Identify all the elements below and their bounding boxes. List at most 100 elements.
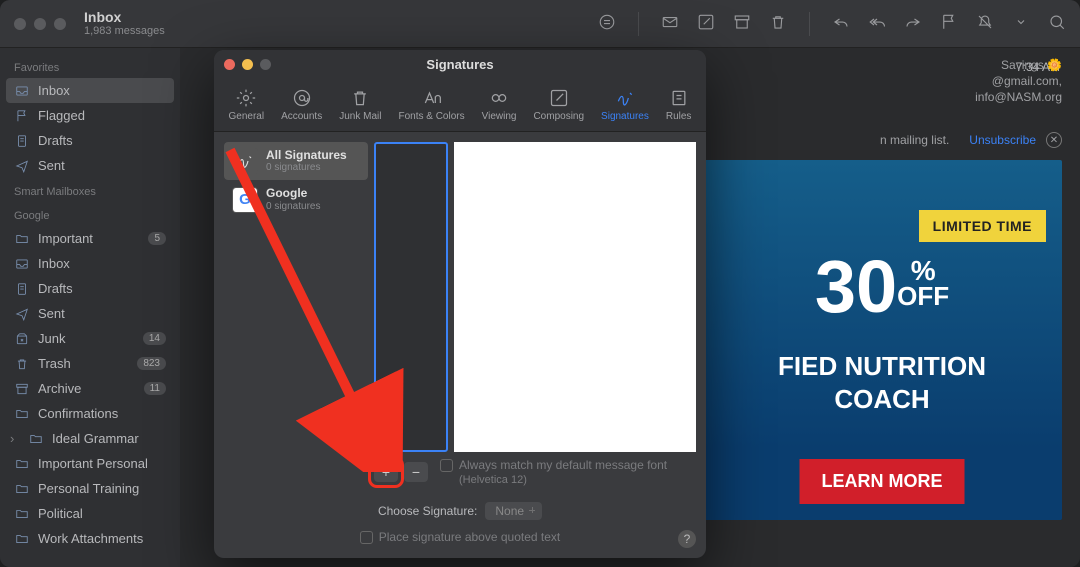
sidebar-item-political[interactable]: Political — [0, 501, 180, 526]
compose-icon[interactable] — [697, 13, 715, 34]
at-icon — [291, 87, 313, 109]
section-smart: Smart Mailboxes — [0, 178, 180, 202]
prefs-tab-general[interactable]: General — [223, 83, 271, 126]
account-google[interactable]: GGoogle0 signatures — [224, 180, 368, 218]
flag-icon — [14, 109, 30, 123]
trash-icon[interactable] — [769, 13, 787, 34]
sidebar-item-label: Political — [38, 506, 83, 521]
tab-label: Composing — [533, 111, 584, 122]
prefs-title: Signatures — [214, 57, 706, 72]
prefs-titlebar: Signatures — [214, 50, 706, 78]
add-signature-button[interactable]: + — [374, 462, 398, 482]
sig-icon — [614, 87, 636, 109]
banner-limited: LIMITED TIME — [919, 210, 1046, 242]
sidebar-item-inbox[interactable]: Inbox — [6, 78, 174, 103]
sidebar-item-confirmations[interactable]: Confirmations — [0, 401, 180, 426]
help-button[interactable]: ? — [678, 530, 696, 548]
signature-preview[interactable] — [454, 142, 696, 452]
compose-icon — [548, 87, 570, 109]
sidebar-item-drafts[interactable]: Drafts — [0, 128, 180, 153]
prefs-tab-viewing[interactable]: Viewing — [476, 83, 523, 126]
envelope-icon[interactable] — [661, 13, 679, 34]
minimize-icon[interactable] — [34, 18, 46, 30]
banner-learn-more[interactable]: LEARN MORE — [800, 459, 965, 504]
sidebar-item-label: Drafts — [38, 133, 73, 148]
sidebar-item-label: Inbox — [38, 83, 70, 98]
sidebar-item-label: Sent — [38, 306, 65, 321]
sidebar-item-archive[interactable]: Archive11 — [0, 376, 180, 401]
close-icon[interactable] — [14, 18, 26, 30]
prefs-tab-composing[interactable]: Composing — [527, 83, 590, 126]
inbox-icon — [14, 257, 30, 271]
sidebar-item-important-personal[interactable]: Important Personal — [0, 451, 180, 476]
tab-label: Rules — [666, 111, 692, 122]
sidebar-item-inbox[interactable]: Inbox — [0, 251, 180, 276]
window-traffic-lights[interactable] — [14, 18, 66, 30]
sidebar-item-sent[interactable]: Sent — [0, 153, 180, 178]
sidebar-item-drafts[interactable]: Drafts — [0, 276, 180, 301]
sidebar-item-label: Important Personal — [38, 456, 148, 471]
send-icon — [14, 159, 30, 173]
tab-label: Junk Mail — [339, 111, 381, 122]
sidebar-item-trash[interactable]: Trash823 — [0, 351, 180, 376]
sidebar-item-label: Personal Training — [38, 481, 139, 496]
toolbar-icons — [598, 12, 1066, 36]
unsubscribe-link[interactable]: Unsubscribe — [969, 133, 1036, 147]
remove-signature-button[interactable]: − — [404, 462, 428, 482]
zoom-icon[interactable] — [54, 18, 66, 30]
sidebar-item-label: Drafts — [38, 281, 73, 296]
sidebar-item-flagged[interactable]: Flagged — [0, 103, 180, 128]
account-name: All Signatures — [266, 148, 347, 162]
font-info: (Helvetica 12) — [459, 474, 667, 486]
sidebar-item-important[interactable]: Important5 — [0, 226, 180, 251]
account-all-signatures[interactable]: All Signatures0 signatures — [224, 142, 368, 180]
sidebar-item-work-attachments[interactable]: Work Attachments — [0, 526, 180, 551]
reply-all-icon[interactable] — [868, 13, 886, 34]
prefs-tab-fonts-colors[interactable]: Fonts & Colors — [392, 83, 470, 126]
close-banner-icon[interactable]: ✕ — [1046, 132, 1062, 148]
sidebar-item-label: Work Attachments — [38, 531, 143, 546]
mute-icon[interactable] — [976, 13, 994, 34]
banner-line-1: FIED NUTRITION — [702, 350, 1062, 383]
archive-icon[interactable] — [733, 13, 751, 34]
tab-label: Viewing — [482, 111, 517, 122]
sidebar-item-personal-training[interactable]: Personal Training — [0, 476, 180, 501]
flag-icon[interactable] — [940, 13, 958, 34]
aa-icon — [421, 87, 443, 109]
prefs-tab-rules[interactable]: Rules — [660, 83, 698, 126]
archive-icon — [14, 382, 30, 396]
prefs-tab-junk-mail[interactable]: Junk Mail — [333, 83, 387, 126]
section-favorites: Favorites — [0, 54, 180, 78]
reply-icon[interactable] — [832, 13, 850, 34]
signature-list[interactable] — [374, 142, 448, 452]
tab-label: Fonts & Colors — [398, 111, 464, 122]
sidebar-item-label: Ideal Grammar — [52, 431, 139, 446]
choose-signature-label: Choose Signature: — [378, 504, 477, 518]
sidebar-item-ideal-grammar[interactable]: ›Ideal Grammar — [0, 426, 180, 451]
prefs-tab-signatures[interactable]: Signatures — [595, 83, 655, 126]
folder-icon — [14, 532, 30, 546]
choose-signature-select[interactable]: None — [485, 502, 542, 520]
more-icon[interactable] — [1012, 13, 1030, 34]
place-above-checkbox[interactable] — [360, 531, 373, 544]
doc-icon — [14, 134, 30, 148]
sidebar-item-sent[interactable]: Sent — [0, 301, 180, 326]
sidebar-item-junk[interactable]: Junk14 — [0, 326, 180, 351]
sidebar-item-label: Inbox — [38, 256, 70, 271]
filter-icon[interactable] — [598, 13, 616, 34]
banner-off: OFF — [897, 281, 949, 311]
banner-line-2: COACH — [702, 383, 1062, 416]
prefs-tab-accounts[interactable]: Accounts — [275, 83, 328, 126]
doc-icon — [14, 282, 30, 296]
match-font-checkbox[interactable] — [440, 459, 453, 472]
folder-icon — [14, 482, 30, 496]
banner-percent: 30 — [815, 245, 897, 328]
sidebar-item-label: Trash — [38, 356, 71, 371]
sidebar-item-label: Confirmations — [38, 406, 118, 421]
accounts-column: All Signatures0 signaturesGGoogle0 signa… — [224, 142, 368, 452]
search-icon[interactable] — [1048, 13, 1066, 34]
match-font-label: Always match my default message font — [459, 458, 667, 472]
badge: 14 — [143, 332, 166, 345]
forward-icon[interactable] — [904, 13, 922, 34]
inbox-count: 1,983 messages — [84, 25, 165, 38]
